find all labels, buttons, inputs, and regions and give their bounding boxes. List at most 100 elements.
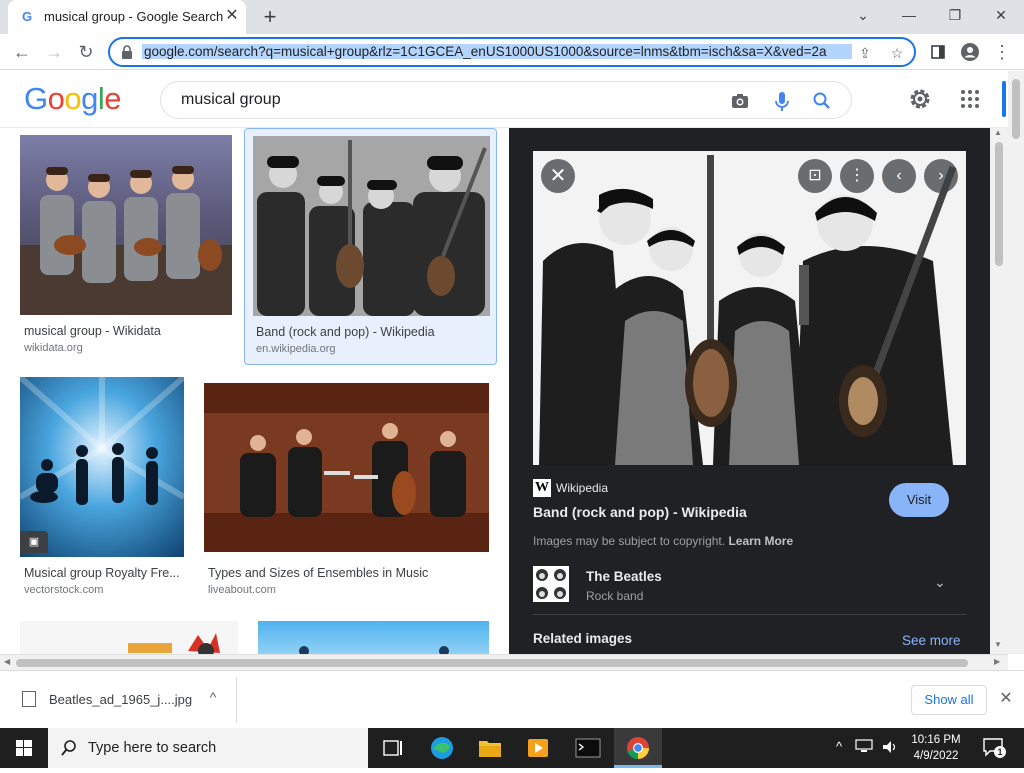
band-photo-image (253, 136, 490, 316)
image-result-card[interactable] (20, 621, 238, 654)
bookmark-star-icon[interactable]: ☆ (886, 42, 908, 64)
result-thumbnail[interactable] (253, 136, 490, 316)
image-result-card[interactable]: musical group - Wikidata wikidata.org (20, 135, 233, 357)
scroll-indicator (1002, 81, 1006, 117)
browser-tab[interactable]: G musical group - Google Search ✕ (8, 0, 246, 34)
restore-button[interactable]: ❐ (932, 0, 978, 30)
scroll-right-icon[interactable]: ▶ (994, 657, 1000, 666)
learn-more-link[interactable]: Learn More (728, 534, 793, 548)
preview-title[interactable]: Band (rock and pop) - Wikipedia (533, 504, 747, 520)
chevron-down-icon[interactable]: ⌄ (934, 574, 946, 591)
logo-letter: o (64, 81, 82, 116)
search-input[interactable]: musical group (181, 91, 281, 109)
notification-center-icon[interactable]: 1 (982, 737, 1006, 759)
search-box[interactable]: musical group (160, 81, 852, 119)
tab-close-icon[interactable]: ✕ (222, 6, 242, 26)
system-clock[interactable]: 10:16 PM 4/9/2022 (906, 732, 966, 764)
windows-logo-icon (16, 740, 32, 756)
tab-title: musical group - Google Search (44, 9, 224, 24)
scrollbar-thumb[interactable] (995, 142, 1003, 266)
image-result-card[interactable]: ▣ Musical group Royalty Fre... vectorsto… (20, 377, 185, 599)
google-favicon-icon: G (22, 9, 33, 24)
preview-source[interactable]: Wikipedia (556, 481, 608, 495)
scroll-up-icon[interactable]: ▲ (994, 128, 1002, 137)
media-player-icon[interactable] (514, 728, 562, 768)
terminal-icon[interactable] (564, 728, 612, 768)
chrome-menu-icon[interactable]: ⋮ (988, 38, 1016, 66)
more-options-icon[interactable]: ⋮ (840, 159, 874, 193)
horizontal-scrollbar[interactable]: ◀ ▶ (0, 654, 1008, 670)
image-result-card[interactable]: Types and Sizes of Ensembles in Music li… (204, 383, 490, 599)
page-scrollbar[interactable] (1008, 71, 1024, 654)
related-images-heading: Related images (533, 631, 633, 646)
volume-icon[interactable] (880, 739, 900, 757)
wikipedia-logo-icon: W (533, 479, 551, 497)
scroll-left-icon[interactable]: ◀ (4, 657, 10, 666)
minimize-button[interactable]: — (886, 0, 932, 30)
start-button[interactable] (0, 728, 48, 768)
result-caption[interactable]: Types and Sizes of Ensembles in Music (208, 566, 428, 580)
file-explorer-icon[interactable] (466, 728, 514, 768)
see-more-link[interactable]: See more (902, 633, 961, 648)
close-preview-icon[interactable]: ✕ (541, 159, 575, 193)
copyright-text: Images may be subject to copyright. (533, 534, 726, 548)
apps-grid-icon[interactable] (958, 87, 982, 111)
url-text[interactable]: google.com/search?q=musical+group&rlz=1C… (142, 44, 852, 59)
result-caption[interactable]: Musical group Royalty Fre... (24, 566, 180, 580)
result-thumbnail[interactable] (258, 621, 489, 654)
result-source: liveabout.com (208, 584, 276, 596)
profile-avatar-icon[interactable] (956, 38, 984, 66)
result-thumbnail[interactable] (20, 621, 238, 654)
chrome-browser-icon[interactable] (614, 728, 662, 768)
close-downloads-icon[interactable]: ✕ (996, 689, 1016, 709)
result-thumbnail[interactable] (20, 135, 232, 315)
search-icon[interactable] (811, 90, 833, 112)
entity-name[interactable]: The Beatles (586, 569, 662, 584)
show-all-button[interactable]: Show all (911, 685, 987, 715)
preview-image[interactable] (533, 151, 966, 465)
settings-gear-icon[interactable] (908, 87, 932, 111)
google-header: Google musical group (0, 71, 1008, 128)
address-bar[interactable]: google.com/search?q=musical+group&rlz=1C… (108, 37, 916, 67)
cartoon-band-image (128, 633, 220, 654)
window-close-button[interactable]: ✕ (978, 0, 1024, 30)
scrollbar-thumb[interactable] (16, 659, 968, 667)
lock-icon[interactable] (120, 44, 134, 60)
download-filename[interactable]: Beatles_ad_1965_j....jpg (49, 692, 192, 707)
tab-search-icon[interactable]: ⌄ (840, 0, 886, 30)
result-caption[interactable]: musical group - Wikidata (24, 324, 161, 338)
lens-search-icon[interactable]: ⊡ (798, 159, 832, 193)
task-view-icon[interactable] (368, 728, 416, 768)
new-tab-button[interactable]: + (256, 4, 284, 30)
chevron-up-icon[interactable]: ^ (204, 689, 222, 705)
next-image-icon[interactable]: › (924, 159, 958, 193)
panel-scrollbar[interactable]: ▲ ▼ (990, 128, 1008, 654)
visit-button[interactable]: Visit (889, 483, 949, 517)
scroll-down-icon[interactable]: ▼ (994, 640, 1002, 649)
reload-icon[interactable]: ↻ (72, 38, 100, 66)
google-logo[interactable]: Google (24, 81, 122, 117)
show-hidden-icons-icon[interactable]: ^ (830, 739, 848, 757)
microphone-icon[interactable] (771, 90, 793, 112)
taskbar-search[interactable]: Type here to search (48, 728, 368, 768)
share-icon[interactable]: ⇪ (854, 42, 876, 64)
taskbar-search-placeholder[interactable]: Type here to search (88, 740, 216, 756)
edge-browser-icon[interactable] (418, 728, 466, 768)
previous-image-icon[interactable]: ‹ (882, 159, 916, 193)
beatles-photo-image (533, 151, 966, 465)
result-caption[interactable]: Band (rock and pop) - Wikipedia (256, 325, 435, 339)
divider (236, 677, 237, 723)
copyright-notice: Images may be subject to copyright. Lear… (533, 534, 793, 548)
network-icon[interactable] (854, 739, 874, 757)
result-thumbnail[interactable] (204, 383, 489, 552)
back-arrow-icon[interactable]: ← (8, 38, 36, 66)
scrollbar-thumb[interactable] (1012, 79, 1020, 139)
forward-arrow-icon[interactable]: → (40, 38, 68, 66)
logo-letter: g (81, 81, 98, 116)
side-panel-icon[interactable] (924, 38, 952, 66)
image-result-card[interactable] (258, 621, 489, 654)
entity-thumbnail[interactable] (533, 566, 569, 602)
result-thumbnail[interactable]: ▣ (20, 377, 184, 557)
camera-search-icon[interactable] (729, 90, 751, 112)
image-result-card-selected[interactable]: Band (rock and pop) - Wikipedia en.wikip… (244, 128, 497, 365)
